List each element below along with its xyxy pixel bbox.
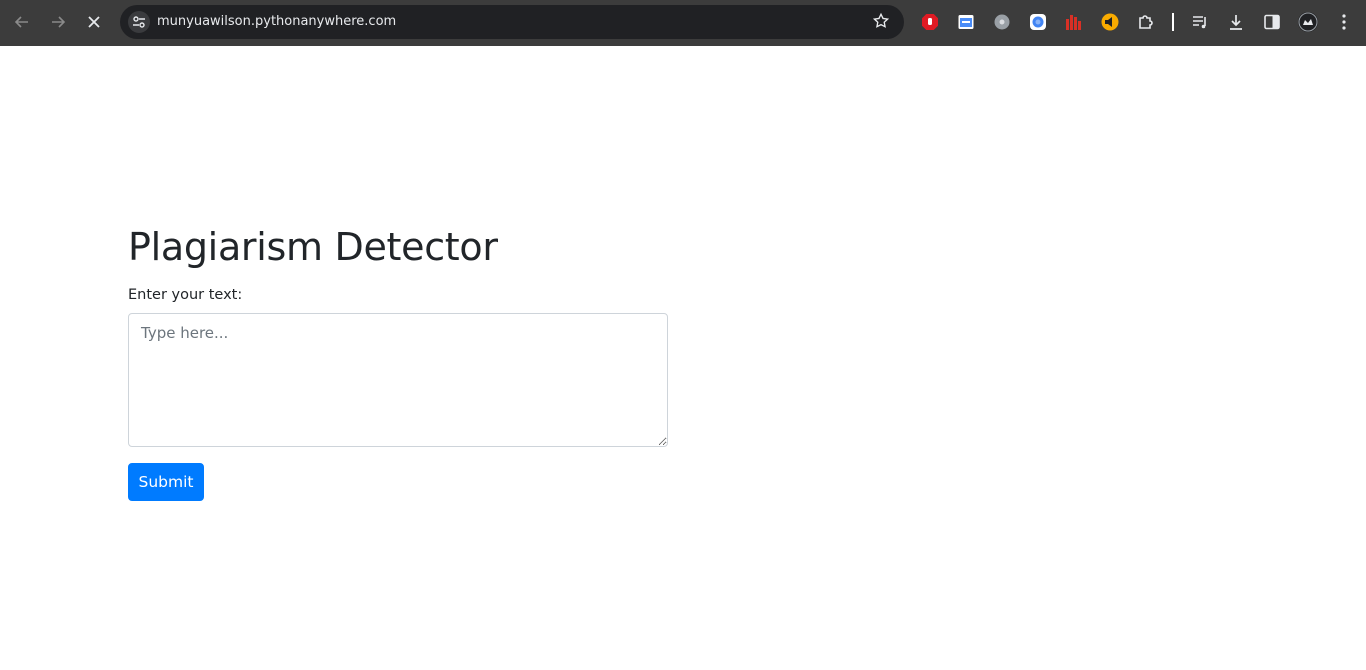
download-icon[interactable] xyxy=(1226,12,1246,32)
extensions-puzzle-icon[interactable] xyxy=(1136,12,1156,32)
back-button[interactable] xyxy=(7,7,37,37)
page-title: Plagiarism Detector xyxy=(128,225,498,269)
chrome-ext-icon[interactable] xyxy=(1028,12,1048,32)
equalizer-ext-icon[interactable] xyxy=(1064,12,1084,32)
address-bar[interactable]: munyuawilson.pythonanywhere.com xyxy=(120,5,904,39)
adblock-icon[interactable] xyxy=(920,12,940,32)
kebab-menu-icon[interactable] xyxy=(1334,12,1354,32)
side-panel-icon[interactable] xyxy=(1262,12,1282,32)
media-playlist-icon[interactable] xyxy=(1190,12,1210,32)
forward-arrow-icon xyxy=(52,16,66,28)
text-input-label: Enter your text: xyxy=(128,286,243,303)
volume-ext-icon[interactable] xyxy=(1100,12,1120,32)
text-input[interactable] xyxy=(128,312,668,447)
bookmark-star-icon[interactable] xyxy=(872,12,890,35)
toolbar-divider xyxy=(1172,13,1174,31)
url-text[interactable]: munyuawilson.pythonanywhere.com xyxy=(157,14,396,29)
submit-button[interactable]: Submit xyxy=(128,462,204,501)
forward-button[interactable] xyxy=(43,7,73,37)
browser-toolbar: munyuawilson.pythonanywhere.com xyxy=(0,0,1366,46)
back-arrow-icon xyxy=(14,16,28,28)
close-icon xyxy=(88,16,100,28)
stop-loading-button[interactable] xyxy=(79,7,109,37)
main-content: Plagiarism Detector Enter your text: Sub… xyxy=(128,225,668,501)
gray-circle-ext-icon[interactable] xyxy=(992,12,1012,32)
window-ext-icon[interactable] xyxy=(956,12,976,32)
profile-avatar[interactable] xyxy=(1298,12,1318,32)
site-info-icon[interactable] xyxy=(128,11,150,33)
